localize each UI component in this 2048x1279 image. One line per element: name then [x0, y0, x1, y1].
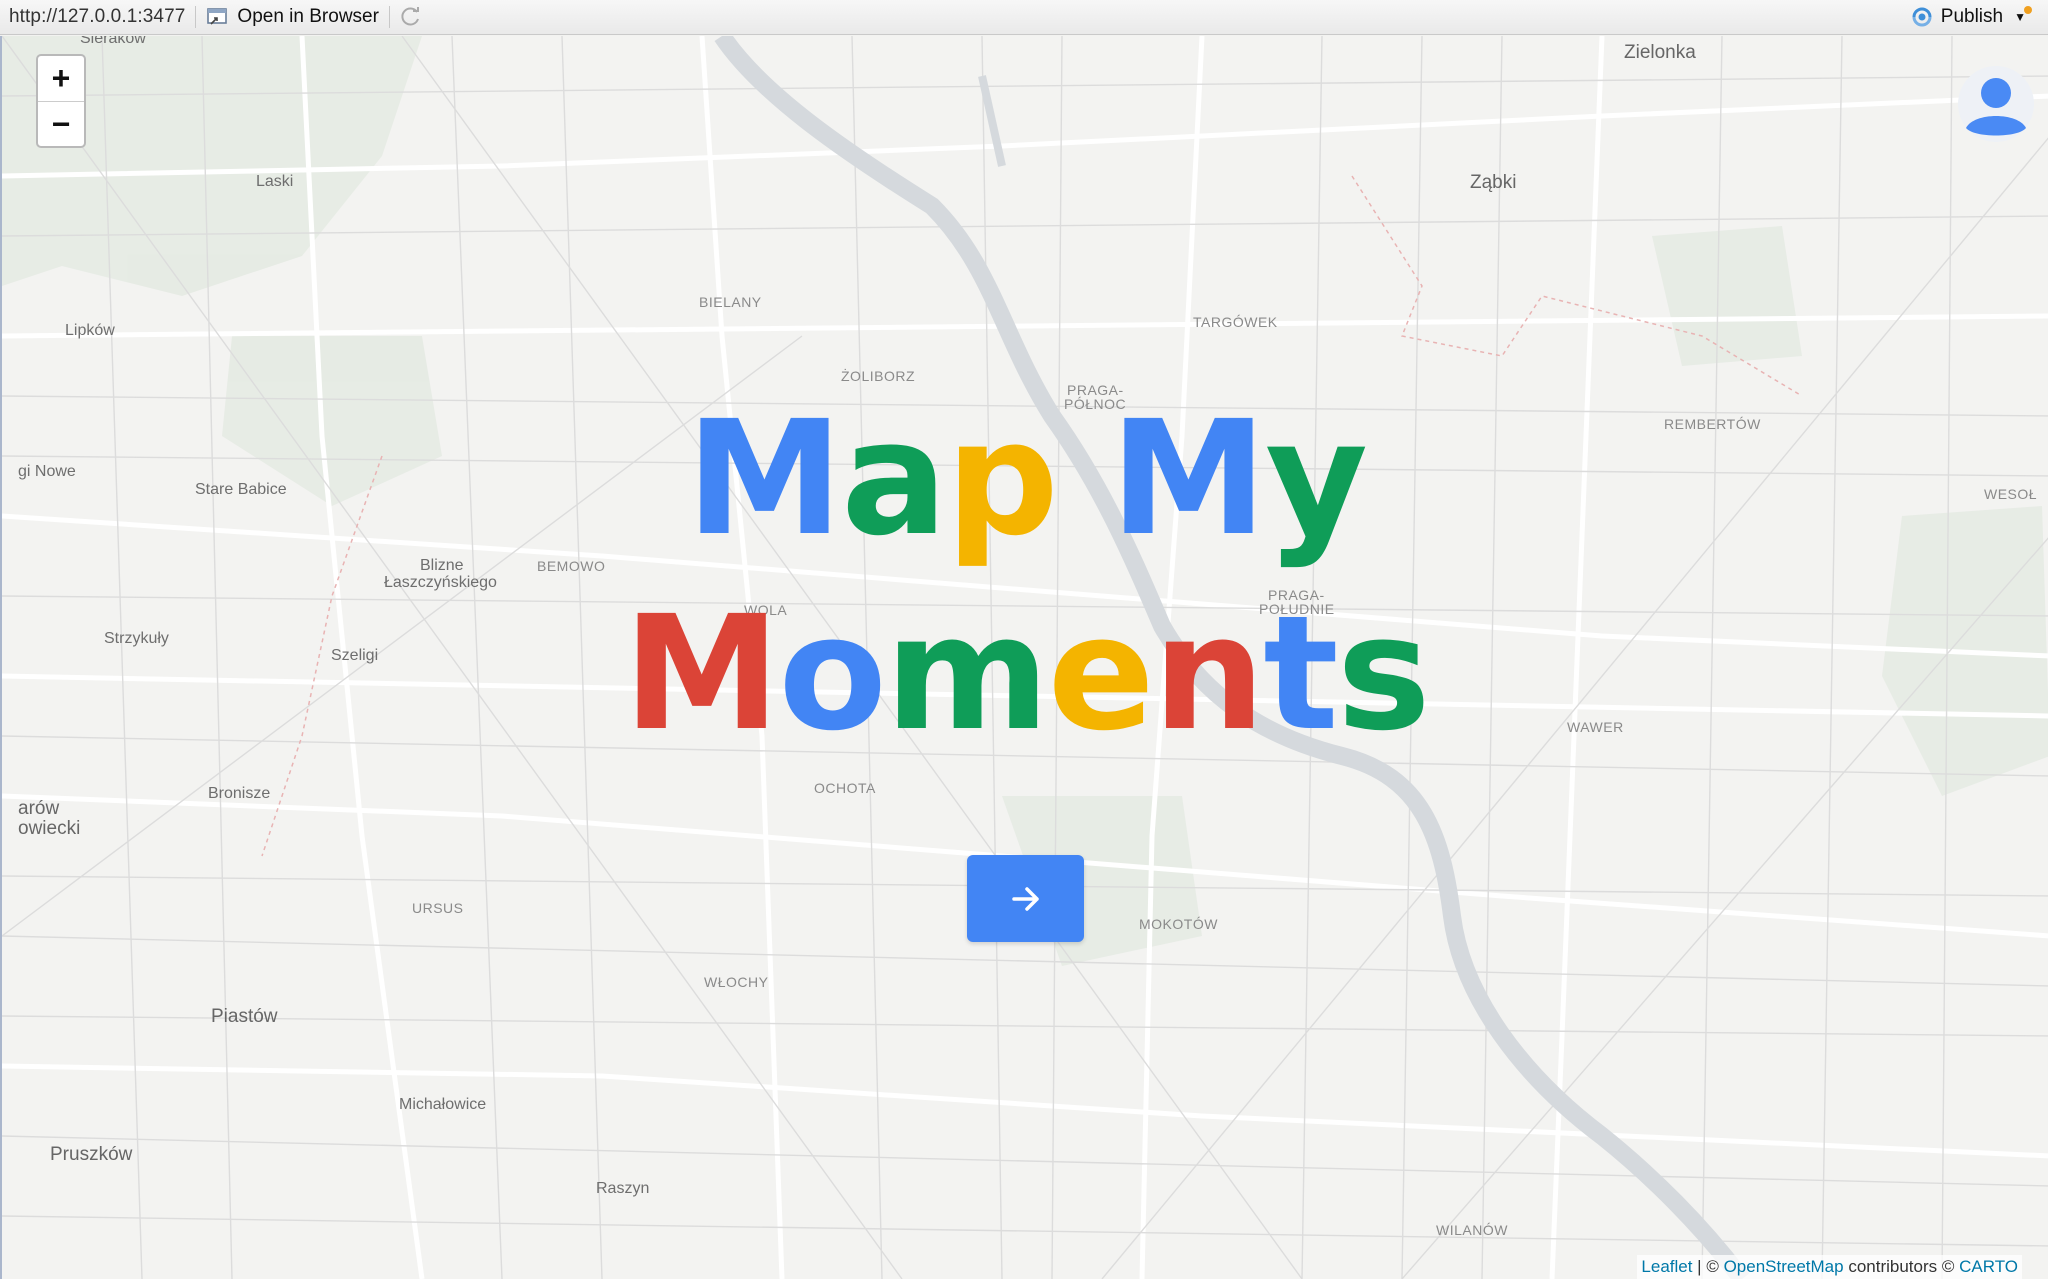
- map-label: Michałowice: [399, 1096, 487, 1113]
- attribution-separator: | ©: [1692, 1257, 1724, 1276]
- notification-dot: [2024, 6, 2032, 14]
- map-label: Sieraków: [80, 36, 146, 47]
- publish-button[interactable]: Publish ▼: [1910, 0, 2032, 34]
- toolbar-divider: [388, 6, 390, 28]
- leaflet-link[interactable]: Leaflet: [1641, 1257, 1692, 1276]
- attribution-text: contributors ©: [1843, 1257, 1960, 1276]
- zoom-in-button[interactable]: +: [38, 56, 84, 101]
- title-letter: y: [1265, 387, 1368, 571]
- open-in-browser-label: Open in Browser: [237, 6, 379, 27]
- title-letter: n: [1152, 582, 1265, 766]
- map-label: URSUS: [412, 900, 464, 916]
- map-label: owiecki: [18, 818, 81, 839]
- map-view[interactable]: Sieraków Zielonka Laski Ząbki BIELANY TA…: [0, 36, 2048, 1279]
- title-letter: M: [623, 582, 780, 766]
- map-label: Zielonka: [1624, 42, 1696, 63]
- map-label: Laski: [256, 173, 294, 190]
- open-in-browser-button[interactable]: Open in Browser: [206, 6, 379, 28]
- title-letter: e: [1047, 582, 1155, 766]
- app-title-line-1: Map My: [2, 394, 2048, 564]
- openstreetmap-link[interactable]: OpenStreetMap: [1724, 1257, 1844, 1276]
- map-label: WŁOCHY: [704, 974, 769, 990]
- map-label: BIELANY: [699, 294, 762, 310]
- zoom-control: + −: [36, 54, 86, 148]
- chevron-down-icon[interactable]: ▼: [2014, 6, 2032, 24]
- map-label: Pruszków: [50, 1144, 133, 1165]
- user-avatar-icon[interactable]: [1956, 64, 2036, 144]
- map-label: ŻOLIBORZ: [841, 368, 916, 384]
- carto-link[interactable]: CARTO: [1959, 1257, 2018, 1276]
- title-letter: p: [945, 387, 1059, 571]
- title-letter: a: [841, 387, 948, 571]
- viewer-toolbar: http://127.0.0.1:3477 Open in Browser Pu…: [0, 0, 2048, 35]
- map-label: Ząbki: [1470, 172, 1517, 193]
- map-attribution: Leaflet | © OpenStreetMap contributors ©…: [1637, 1255, 2022, 1279]
- arrow-right-icon: [1011, 886, 1039, 911]
- map-label: Piastów: [211, 1006, 278, 1027]
- refresh-icon[interactable]: [400, 6, 422, 28]
- zoom-out-button[interactable]: −: [38, 101, 84, 147]
- title-letter: t: [1263, 582, 1339, 766]
- browser-window-icon: [207, 8, 228, 25]
- title-letter: m: [884, 582, 1050, 766]
- toolbar-divider: [195, 6, 197, 28]
- url-text: http://127.0.0.1:3477: [9, 6, 186, 27]
- start-button[interactable]: [967, 855, 1084, 942]
- title-letter: o: [778, 582, 887, 766]
- title-letter: M: [1109, 387, 1267, 571]
- publish-label: Publish: [1940, 6, 2004, 27]
- map-label: Lipków: [65, 322, 115, 339]
- title-letter: [1057, 387, 1110, 571]
- map-label: arów: [18, 798, 60, 819]
- map-label: Bronisze: [208, 785, 271, 802]
- map-label: TARGÓWEK: [1193, 314, 1278, 330]
- title-letter: s: [1336, 582, 1431, 766]
- title-letter: M: [685, 387, 843, 571]
- publish-icon: [1912, 7, 1932, 27]
- app-title-line-2: Moments: [2, 589, 2048, 759]
- map-label: Raszyn: [596, 1180, 650, 1197]
- map-label: MOKOTÓW: [1139, 916, 1218, 932]
- map-label: OCHOTA: [814, 780, 876, 796]
- map-label: WILANÓW: [1436, 1222, 1508, 1238]
